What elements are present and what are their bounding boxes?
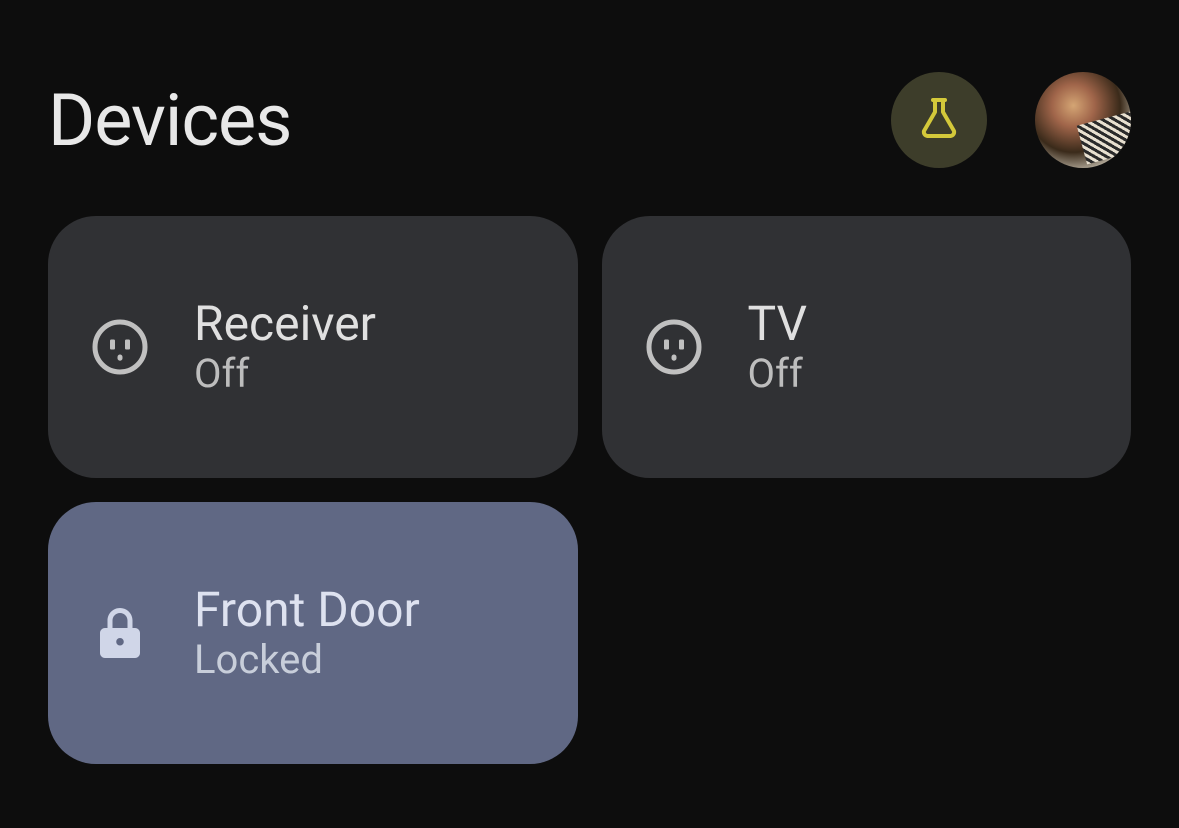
outlet-icon: [644, 317, 704, 377]
device-info: Front Door Locked: [194, 584, 420, 683]
header-actions: [891, 72, 1131, 168]
device-info: Receiver Off: [194, 298, 376, 397]
header: Devices: [0, 0, 1179, 168]
device-name-label: Receiver: [194, 298, 376, 351]
device-card-front-door[interactable]: Front Door Locked: [48, 502, 578, 764]
device-status-label: Off: [194, 352, 376, 396]
device-status-label: Off: [748, 352, 808, 396]
flask-icon: [915, 94, 963, 146]
page-title: Devices: [48, 78, 291, 163]
device-name-label: TV: [748, 298, 808, 351]
device-card-tv[interactable]: TV Off: [602, 216, 1132, 478]
device-status-label: Locked: [194, 638, 420, 682]
devices-grid: Receiver Off TV Off Front Door Locked: [0, 168, 1179, 812]
device-card-receiver[interactable]: Receiver Off: [48, 216, 578, 478]
device-name-label: Front Door: [194, 584, 420, 637]
avatar[interactable]: [1035, 72, 1131, 168]
outlet-icon: [90, 317, 150, 377]
device-info: TV Off: [748, 298, 808, 397]
labs-button[interactable]: [891, 72, 987, 168]
lock-icon: [90, 603, 150, 663]
